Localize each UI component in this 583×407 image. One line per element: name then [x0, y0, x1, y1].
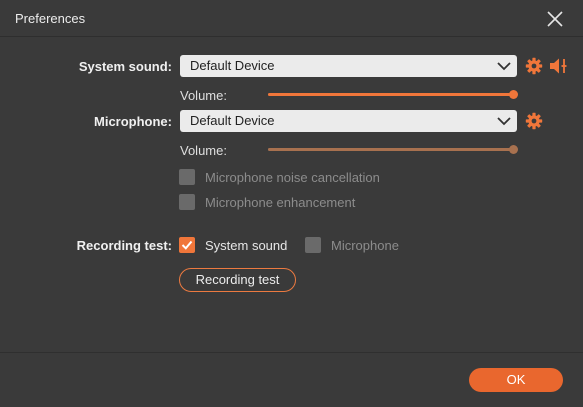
recording-test-label: Recording test:: [76, 238, 172, 253]
system-sound-label: System sound:: [78, 59, 172, 74]
noise-cancellation-label: Microphone noise cancellation: [205, 169, 380, 185]
checkmark-icon: [181, 240, 193, 250]
microphone-volume-slider[interactable]: [268, 145, 518, 155]
system-sound-volume-label: Volume:: [180, 88, 227, 103]
checkbox-box[interactable]: [179, 194, 195, 210]
footer-divider: [0, 352, 583, 353]
chevron-down-icon: [497, 62, 511, 71]
recording-test-microphone-checkbox[interactable]: Microphone: [305, 237, 399, 253]
slider-fill: [268, 148, 513, 151]
slider-knob[interactable]: [509, 145, 518, 154]
checkbox-box[interactable]: [305, 237, 321, 253]
close-icon[interactable]: [546, 10, 564, 28]
chevron-down-icon: [497, 117, 511, 126]
microphone-label: Microphone:: [94, 114, 172, 129]
microphone-device-select[interactable]: Default Device: [180, 110, 517, 132]
system-sound-device-select[interactable]: Default Device: [180, 55, 517, 77]
microphone-settings-gear-icon[interactable]: [525, 112, 543, 130]
recording-test-microphone-text: Microphone: [331, 237, 399, 253]
recording-test-system-sound-text: System sound: [205, 237, 288, 253]
title-bar: Preferences: [0, 0, 583, 37]
noise-cancellation-checkbox[interactable]: Microphone noise cancellation: [179, 169, 380, 185]
checkbox-box[interactable]: [179, 169, 195, 185]
checkbox-box[interactable]: [179, 237, 195, 253]
microphone-device-value: Default Device: [190, 113, 275, 128]
microphone-enhancement-checkbox[interactable]: Microphone enhancement: [179, 194, 355, 210]
ok-button[interactable]: OK: [469, 368, 563, 392]
speaker-volume-icon[interactable]: [549, 57, 569, 75]
microphone-volume-label: Volume:: [180, 143, 227, 158]
window-title: Preferences: [15, 11, 86, 26]
system-sound-volume-slider[interactable]: [268, 90, 518, 100]
recording-test-system-sound-checkbox[interactable]: System sound: [179, 237, 287, 253]
microphone-enhancement-label: Microphone enhancement: [205, 194, 356, 210]
slider-knob[interactable]: [509, 90, 518, 99]
slider-fill: [268, 93, 513, 96]
recording-test-button[interactable]: Recording test: [179, 268, 296, 292]
system-sound-settings-gear-icon[interactable]: [525, 57, 543, 75]
system-sound-device-value: Default Device: [190, 58, 275, 73]
